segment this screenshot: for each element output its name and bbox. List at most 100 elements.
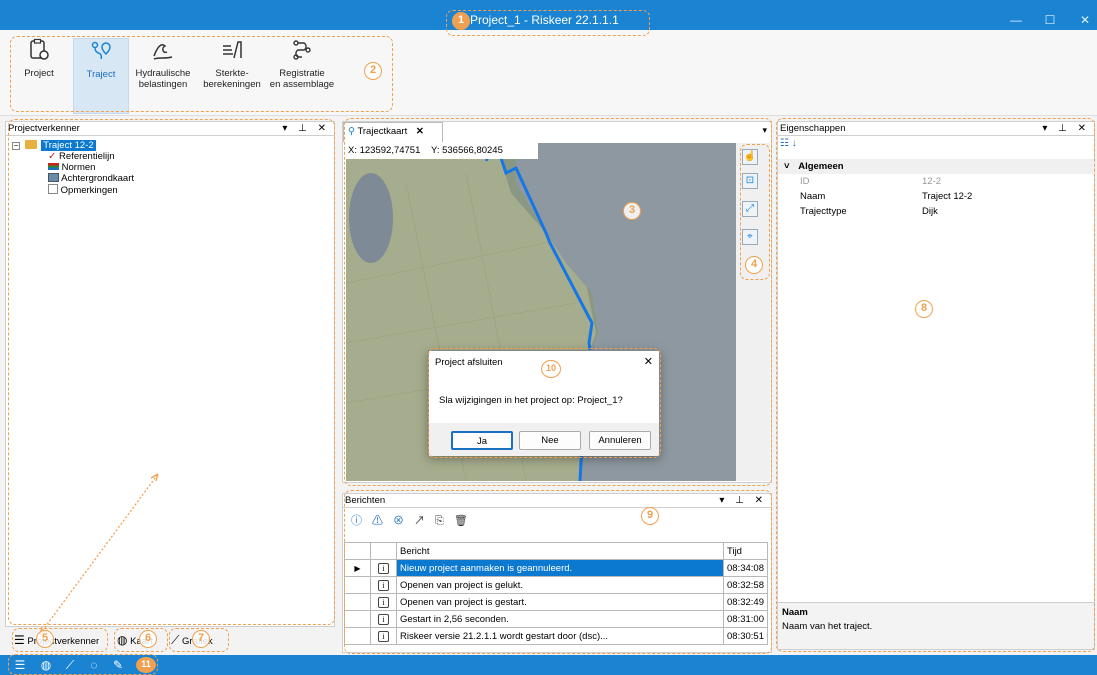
tab-dropdown-icon[interactable]: ▾ xyxy=(762,125,767,136)
tree-node-normen[interactable]: Normen xyxy=(12,162,334,173)
project-explorer-panel: Projectverkenner ▾ ⊥ ✕ − Traject 12-2 ✓ … xyxy=(5,121,335,627)
table-row[interactable]: i Openen van project is gestart. 08:32:4… xyxy=(344,593,768,611)
messages-toolbar: ⓘ⚠⊗↗⎘🗑 xyxy=(351,512,478,530)
clipboard-gear-icon xyxy=(30,38,49,60)
info-filter-icon[interactable]: ⓘ xyxy=(351,515,372,527)
category-algemeen[interactable]: ˅ Algemeen xyxy=(778,159,1096,174)
tab-trajectkaart[interactable]: ⚲ Trajectkaart ✕ xyxy=(343,122,443,142)
comment-icon xyxy=(48,184,58,194)
ribbon-button-hydraulische-belastingen[interactable]: Hydraulische belastingen xyxy=(132,38,194,108)
message-text: Gestart in 2,56 seconden. xyxy=(395,610,725,628)
window-title: Project_1 - Riskeer 22.1.1.1 xyxy=(470,13,619,27)
dialog-close-icon[interactable]: ✕ xyxy=(644,355,653,368)
tree-node-achtergrondkaart[interactable]: Achtergrondkaart xyxy=(12,173,334,184)
column-header-tijd[interactable]: Tijd xyxy=(723,542,768,560)
messages-title: Berichten ▾ ⊥ ✕ xyxy=(343,494,771,508)
status-bar: ☰ ◍ ⟋ ◌ ✎ xyxy=(0,655,1097,675)
property-row-naam[interactable]: Naam Traject 12-2 xyxy=(778,189,1096,204)
folder-icon xyxy=(24,140,37,149)
background-map-icon xyxy=(48,173,59,182)
tree-node-opmerkingen[interactable]: Opmerkingen xyxy=(12,184,334,196)
callout-number: 11 xyxy=(136,657,156,673)
close-button[interactable]: ✕ xyxy=(1075,10,1095,30)
copy-icon[interactable]: ⎘ xyxy=(435,515,454,527)
ribbon-label: Traject xyxy=(86,69,116,80)
property-row-trajecttype[interactable]: Trajecttype Dijk xyxy=(778,204,1096,219)
property-row-id[interactable]: ID 12-2 xyxy=(778,174,1096,189)
column-header-bericht[interactable]: Bericht xyxy=(395,542,725,560)
callout-number: 5 xyxy=(36,630,54,648)
cancel-button[interactable]: Annuleren xyxy=(589,431,651,450)
error-filter-icon[interactable]: ⊗ xyxy=(393,515,414,527)
globe-icon[interactable]: ◍ xyxy=(38,657,54,673)
message-time: 08:32:58 xyxy=(723,576,768,594)
message-time: 08:32:49 xyxy=(723,593,768,611)
delete-icon[interactable]: 🗑 xyxy=(454,515,478,527)
norms-icon xyxy=(48,163,59,170)
property-value[interactable]: Traject 12-2 xyxy=(922,189,972,204)
callout-number: 9 xyxy=(641,507,659,525)
message-text: Nieuw project aanmaken is geannuleerd. xyxy=(395,559,725,577)
table-row[interactable]: ▶ i Nieuw project aanmaken is geannuleer… xyxy=(344,559,768,577)
panel-controls[interactable]: ▾ ⊥ ✕ xyxy=(1042,122,1090,135)
callout-number: 6 xyxy=(139,630,157,648)
categorized-icon[interactable]: ☷ xyxy=(780,138,789,149)
map-pin-icon: ⚲ xyxy=(348,126,355,137)
property-label: Trajecttype xyxy=(800,206,847,217)
row-selector-icon: ▶ xyxy=(344,559,371,577)
chat-icon[interactable]: ◌ xyxy=(86,657,102,673)
table-row[interactable]: i Gestart in 2,56 seconden. 08:31:00 xyxy=(344,610,768,628)
panel-controls[interactable]: ▾ ⊥ ✕ xyxy=(719,494,767,507)
maximize-button[interactable]: ☐ xyxy=(1040,10,1060,30)
tree-label: Opmerkingen xyxy=(60,185,118,196)
tree-node-root[interactable]: − Traject 12-2 xyxy=(12,140,334,151)
collapse-icon[interactable]: − xyxy=(12,142,20,150)
project-tree: − Traject 12-2 ✓ Referentielijn Normen A… xyxy=(6,136,334,196)
callout-number: 2 xyxy=(364,62,382,80)
ribbon-button-registratie-assemblage[interactable]: Registratie en assemblage xyxy=(267,38,337,108)
property-label: Naam xyxy=(800,191,826,202)
flow-icon xyxy=(293,40,311,60)
chart-icon[interactable]: ⟋ xyxy=(62,657,78,673)
info-icon: i xyxy=(378,579,389,591)
property-value[interactable]: Dijk xyxy=(922,204,938,219)
properties-panel: Eigenschappen ▾ ⊥ ✕ ☷ ↓ ˅ Algemeen ID 12… xyxy=(777,121,1096,650)
table-row[interactable]: i Riskeer versie 21.2.1.1 wordt gestart … xyxy=(344,627,768,645)
zoom-extents-icon[interactable]: ⤢ xyxy=(742,201,758,217)
warning-filter-icon[interactable]: ⚠ xyxy=(372,515,393,527)
ribbon: Project Traject Hydraulische belastingen… xyxy=(0,30,1097,116)
project-explorer-title: Projectverkenner ▾ ⊥ ✕ xyxy=(6,122,334,136)
callout-number: 3 xyxy=(623,202,641,220)
message-time: 08:31:00 xyxy=(723,610,768,628)
table-row[interactable]: i Openen van project is gelukt. 08:32:58 xyxy=(344,576,768,594)
tree-list-icon[interactable]: ☰ xyxy=(12,657,28,673)
ribbon-label: Hydraulische xyxy=(135,68,191,79)
info-icon: i xyxy=(378,562,389,574)
message-time: 08:34:08 xyxy=(723,559,768,577)
tab-close-icon[interactable]: ✕ xyxy=(416,126,424,137)
tree-label: Normen xyxy=(61,162,96,173)
dialog-message: Sla wijzigingen in het project op: Proje… xyxy=(439,395,623,406)
property-help-box: Naam Naam van het traject. xyxy=(778,602,1094,649)
reference-line-icon: ✓ xyxy=(48,151,57,162)
callout-number: 7 xyxy=(192,630,210,648)
minimize-button[interactable]: — xyxy=(1006,10,1026,30)
pan-icon[interactable]: ☝ xyxy=(742,149,758,165)
ribbon-button-traject[interactable]: Traject xyxy=(73,38,129,114)
ribbon-button-project[interactable]: Project xyxy=(14,38,64,108)
zoom-box-icon[interactable]: ⊡ xyxy=(742,173,758,189)
sort-alphabetical-icon[interactable]: ↓ xyxy=(792,138,797,149)
ribbon-button-sterkte-berekeningen[interactable]: Sterkte- berekeningen xyxy=(201,38,263,108)
tree-node-referentielijn[interactable]: ✓ Referentielijn xyxy=(12,151,334,162)
yes-button[interactable]: Ja xyxy=(451,431,513,450)
ribbon-label: Project xyxy=(24,68,54,79)
no-button[interactable]: Nee xyxy=(519,431,581,450)
bottom-tab-projectverkenner[interactable]: ☰ Projectverkenner xyxy=(14,630,108,650)
panel-controls[interactable]: ▾ ⊥ ✕ xyxy=(282,122,330,135)
tab-label: Trajectkaart xyxy=(357,126,408,137)
panel-title: Berichten xyxy=(345,495,386,506)
ribbon-label: belastingen xyxy=(138,79,188,90)
select-feature-icon[interactable]: ⌖ xyxy=(742,229,758,245)
edit-icon[interactable]: ✎ xyxy=(110,657,126,673)
open-icon[interactable]: ↗ xyxy=(414,515,435,527)
